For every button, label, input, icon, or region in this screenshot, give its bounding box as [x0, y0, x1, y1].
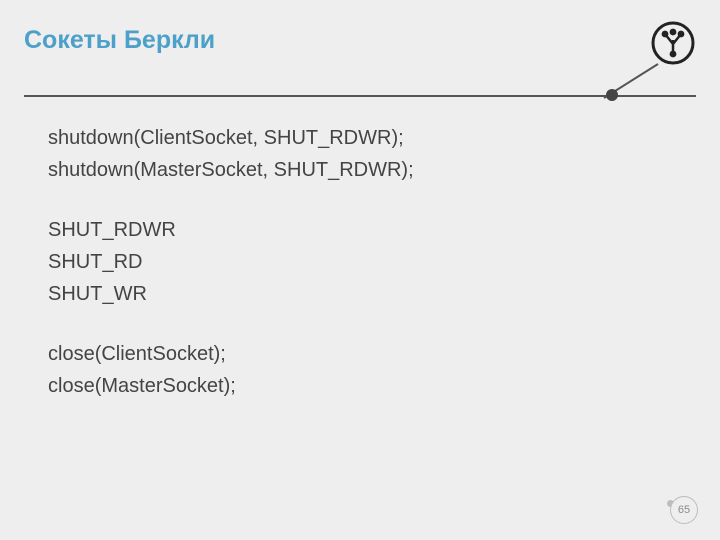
branch-icon — [650, 20, 696, 66]
page-number-badge: 65 — [670, 496, 698, 524]
slide: Сокеты Беркли shutdown(ClientSocket, SHU… — [0, 0, 720, 540]
code-line: close(MasterSocket); — [48, 376, 414, 396]
horizontal-rule — [24, 95, 696, 97]
code-line: shutdown(ClientSocket, SHUT_RDWR); — [48, 128, 414, 148]
code-line: SHUT_RD — [48, 252, 414, 272]
code-line: SHUT_RDWR — [48, 220, 414, 240]
code-line: SHUT_WR — [48, 284, 414, 304]
blank-line — [48, 316, 414, 344]
page-number: 65 — [678, 504, 690, 516]
blank-line — [48, 192, 414, 220]
code-line: close(ClientSocket); — [48, 344, 414, 364]
code-block: shutdown(ClientSocket, SHUT_RDWR); shutd… — [48, 128, 414, 408]
code-line: shutdown(MasterSocket, SHUT_RDWR); — [48, 160, 414, 180]
rule-node-icon — [606, 89, 618, 101]
slide-title: Сокеты Беркли — [24, 26, 215, 55]
